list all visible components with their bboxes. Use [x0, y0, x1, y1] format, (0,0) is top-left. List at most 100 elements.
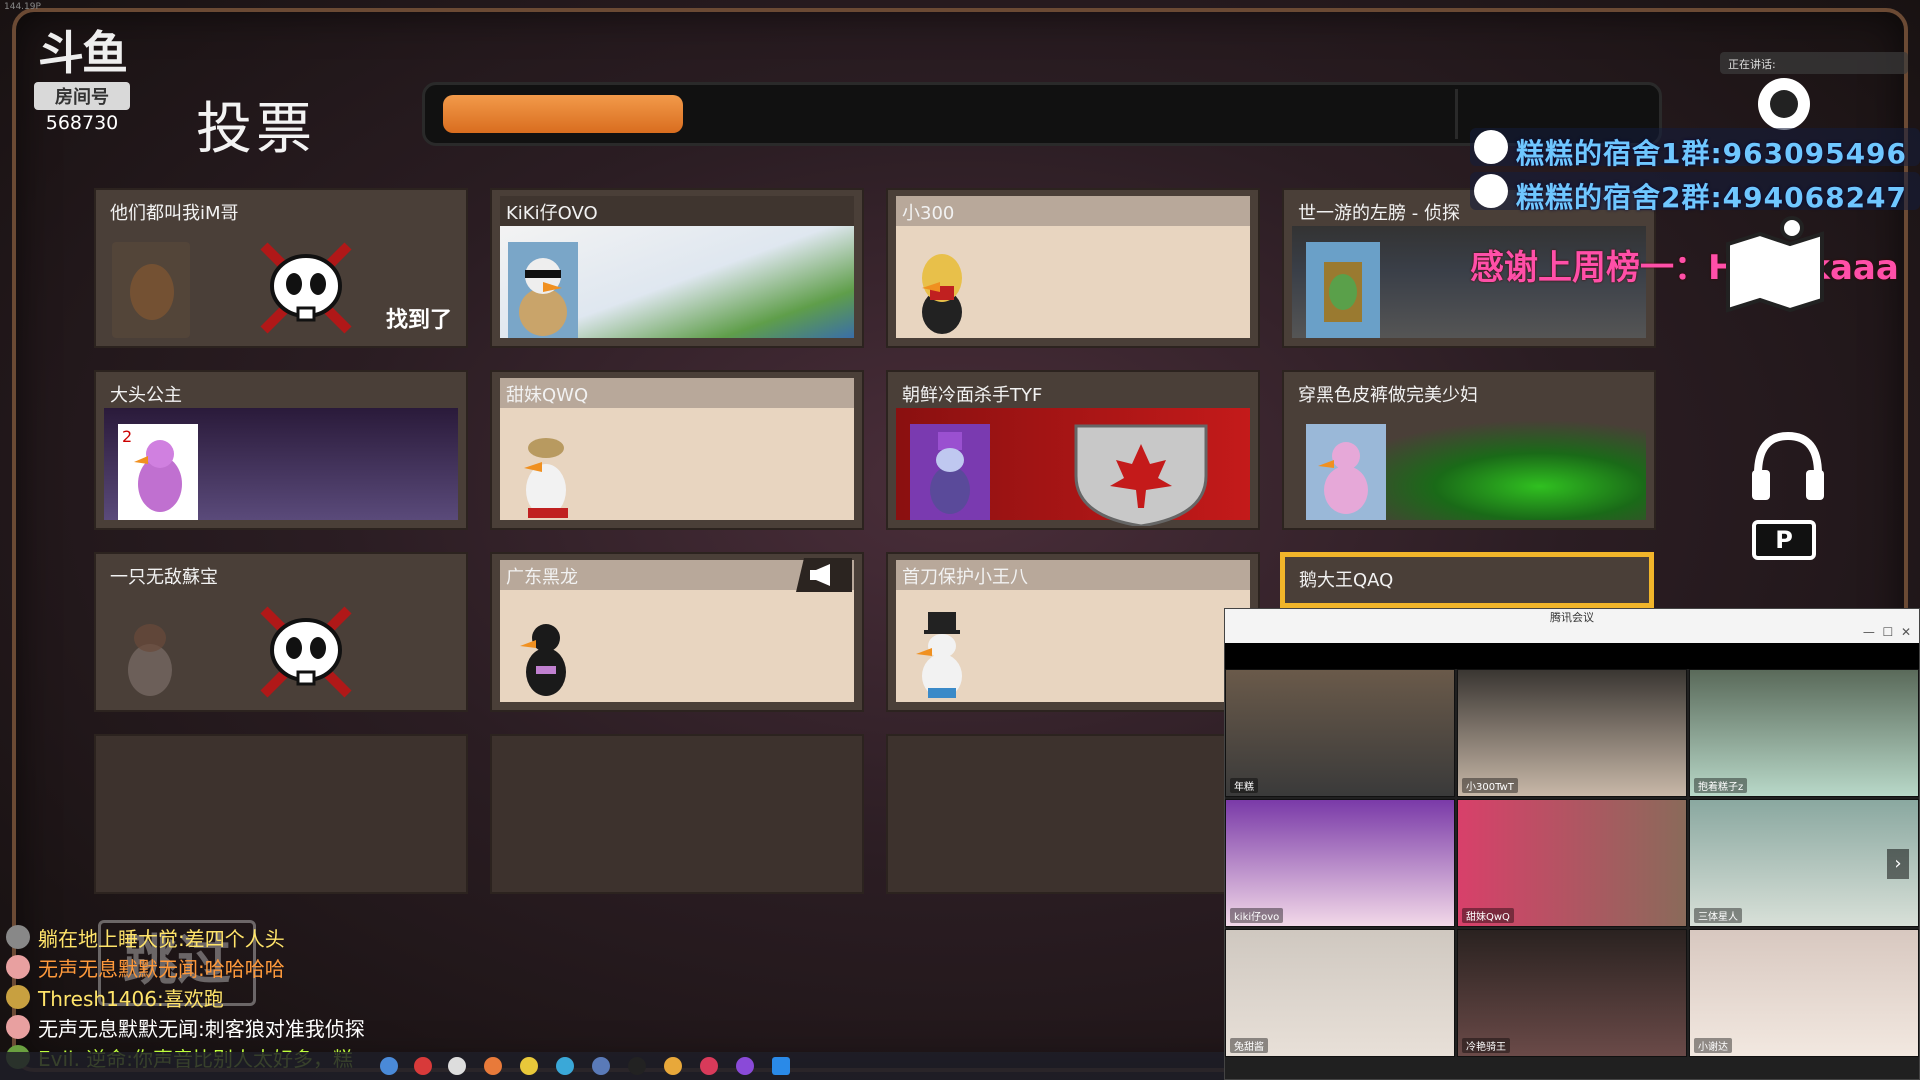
goose-black-icon	[520, 624, 566, 696]
player-name: 大头公主	[110, 385, 182, 406]
app-icon[interactable]	[520, 1057, 538, 1075]
user-avatar	[6, 955, 30, 979]
user-avatar	[6, 1015, 30, 1039]
app-icon[interactable]	[414, 1057, 432, 1075]
gear-icon[interactable]	[1748, 72, 1820, 134]
participant-name: 三体星人	[1694, 908, 1742, 923]
map-icon[interactable]	[1720, 214, 1830, 314]
player-card-selected[interactable]: 鹅大王QAQ	[1280, 552, 1654, 608]
qq-penguin-icon	[1474, 130, 1508, 164]
goose-tophat-purple-icon	[910, 424, 990, 520]
thanks-banner: 感谢上周榜一：Honokaaa	[1470, 248, 1899, 288]
push-to-talk-key[interactable]: P	[1752, 520, 1816, 560]
vote-title: 投票	[196, 97, 316, 162]
goose-pink-icon	[1306, 424, 1386, 520]
steam-icon[interactable]	[592, 1057, 610, 1075]
qq-group-2-text: 糕糕的宿舍2群:494068247	[1516, 181, 1908, 214]
goose-explorer-icon	[524, 438, 568, 518]
video-tile[interactable]: 三体星人	[1689, 799, 1919, 927]
app-icon[interactable]	[628, 1057, 646, 1075]
player-card[interactable]: KiKi仔OVO	[490, 188, 864, 348]
player-card[interactable]: 大头公主 2	[94, 370, 468, 530]
eliminated-skull-icon	[260, 606, 352, 698]
player-card[interactable]: 一只无敌蘇宝	[94, 552, 468, 712]
empty-slot	[886, 734, 1260, 894]
empty-slot	[490, 734, 864, 894]
goose-lantern-icon	[1306, 242, 1380, 338]
goose-sunglasses-icon	[508, 242, 578, 338]
maple-shield-icon	[1074, 424, 1208, 526]
qq-group-1-banner: 糕糕的宿舍1群:963095496	[1470, 128, 1920, 170]
player-name: 一只无敌蘇宝	[110, 567, 218, 588]
video-tile[interactable]: 年糕	[1225, 669, 1455, 797]
meeting-title: 腾讯会议	[1550, 611, 1594, 624]
qq-penguin-icon	[1474, 174, 1508, 208]
taskbar	[0, 1052, 1224, 1080]
player-card[interactable]: 广东黑龙	[490, 552, 864, 712]
video-tile[interactable]: 兔甜酱	[1225, 929, 1455, 1057]
video-tile[interactable]: 冷艳骑王	[1457, 929, 1687, 1057]
video-tile[interactable]: kiki仔ovo	[1225, 799, 1455, 927]
user-avatar	[6, 985, 30, 1009]
goose-ghost-icon	[128, 624, 172, 696]
danmaku-chat: 躺在地上睡大觉:差四个人头 无声无息默默无闻:哈哈哈哈 Thresh1406:喜…	[6, 922, 365, 1072]
video-tile[interactable]: 抱着糕子z	[1689, 669, 1919, 797]
goose-blonde-icon	[922, 254, 962, 334]
meeting-titlebar[interactable]: 腾讯会议 — ☐ ✕	[1225, 609, 1919, 643]
player-name: 穿黑色皮裤做完美少妇	[1298, 385, 1478, 406]
participant-name: 抱着糕子z	[1694, 778, 1748, 793]
video-tile[interactable]: 甜妹QwQ	[1457, 799, 1687, 927]
player-card[interactable]: 首刀保护小王八	[886, 552, 1260, 712]
chat-text: 无声无息默默无闻:哈哈哈哈	[38, 956, 285, 981]
goose-tophat-icon	[916, 612, 962, 698]
player-card[interactable]: 甜妹QWQ	[490, 370, 864, 530]
corner-stat: 144.19P	[4, 2, 41, 12]
meeting-toolbar	[1225, 643, 1919, 669]
megaphone-speaking-icon	[796, 558, 852, 592]
qq-group-1-text: 糕糕的宿舍1群:963095496	[1516, 137, 1908, 170]
participant-name: 小300TwT	[1462, 778, 1518, 793]
goose-card-icon: 2	[118, 424, 198, 520]
app-icon[interactable]	[736, 1057, 754, 1075]
app-icon[interactable]	[448, 1057, 466, 1075]
video-tile[interactable]: 小谢达	[1689, 929, 1919, 1057]
speaking-indicator: 正在讲话:	[1720, 52, 1908, 74]
chat-line: 躺在地上睡大觉:差四个人头	[6, 922, 365, 952]
player-name: 首刀保护小王八	[902, 567, 1028, 588]
app-icon[interactable]	[664, 1057, 682, 1075]
video-meeting-window: 腾讯会议 — ☐ ✕ 年糕 小300TwT 抱着糕子z kiki仔ovo 甜妹Q…	[1224, 608, 1920, 1080]
player-card[interactable]: 朝鲜冷面杀手TYF	[886, 370, 1260, 530]
player-card[interactable]: 穿黑色皮裤做完美少妇	[1282, 370, 1656, 530]
browser-icon[interactable]	[380, 1057, 398, 1075]
player-name: KiKi仔OVO	[506, 203, 598, 224]
room-label: 房间号	[34, 82, 130, 110]
chat-line: Thresh1406:喜欢跑	[6, 982, 365, 1012]
player-name: 广东黑龙	[506, 567, 578, 588]
window-controls[interactable]: — ☐ ✕	[1863, 623, 1911, 641]
app-icon[interactable]	[484, 1057, 502, 1075]
player-card[interactable]: 小300	[886, 188, 1260, 348]
participant-name: 小谢达	[1694, 1038, 1732, 1053]
app-icon[interactable]	[556, 1057, 574, 1075]
player-name: 他们都叫我iM哥	[110, 203, 239, 224]
eliminated-skull-icon	[260, 242, 352, 334]
app-icon[interactable]	[700, 1057, 718, 1075]
room-id: 568730	[45, 112, 119, 134]
qq-group-2-banner: 糕糕的宿舍2群:494068247	[1470, 172, 1920, 214]
empty-slot	[94, 734, 468, 894]
chat-text: Thresh1406:喜欢跑	[38, 986, 224, 1011]
participant-name: 甜妹QwQ	[1462, 908, 1514, 923]
participant-name: kiki仔ovo	[1230, 908, 1284, 923]
headset-icon[interactable]	[1748, 430, 1828, 504]
svg-text:2: 2	[122, 427, 132, 446]
chat-line: 无声无息默默无闻:哈哈哈哈	[6, 952, 365, 982]
player-name: 甜妹QWQ	[506, 385, 589, 406]
found-label: 找到了	[385, 308, 452, 333]
next-page-arrow-icon[interactable]: ›	[1887, 849, 1909, 879]
meeting-app-icon[interactable]	[772, 1057, 790, 1075]
player-card[interactable]: 他们都叫我iM哥 找到了	[94, 188, 468, 348]
vote-timer-fill	[443, 95, 683, 133]
video-tile[interactable]: 小300TwT	[1457, 669, 1687, 797]
player-name: 世一游的左膀 - 侦探	[1298, 203, 1460, 224]
player-name: 鹅大王QAQ	[1299, 570, 1394, 591]
